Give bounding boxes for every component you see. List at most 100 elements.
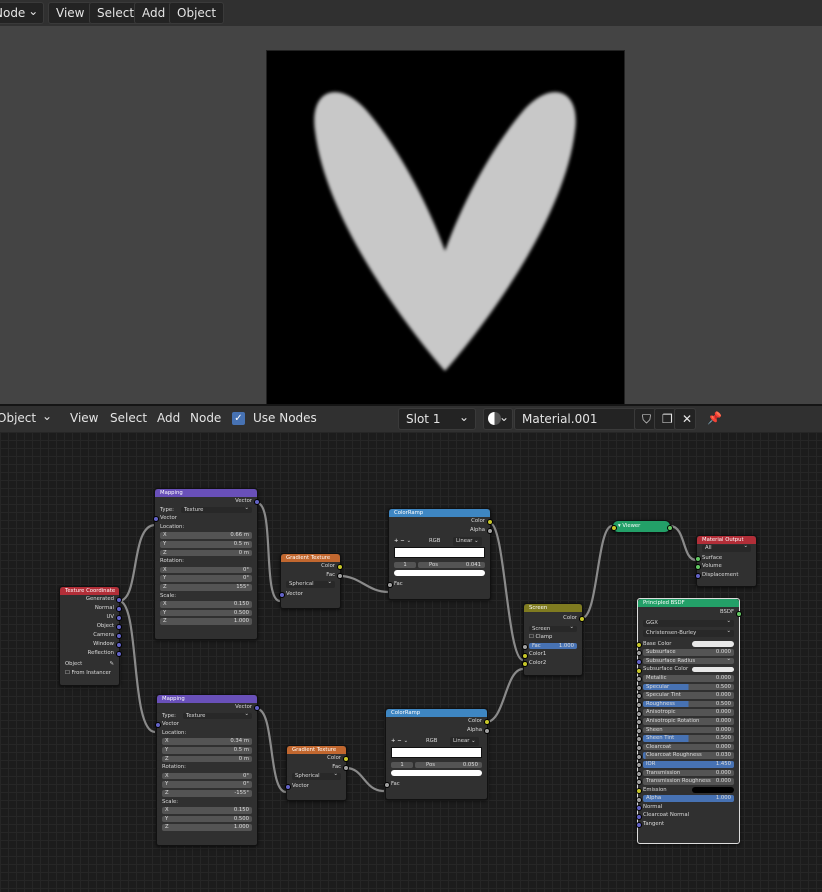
color-swatch[interactable] xyxy=(692,666,734,673)
stop-pos-field[interactable]: Pos 0.041 xyxy=(418,561,485,569)
bsdf-param-field[interactable]: Anisotropic 0.000 xyxy=(635,708,739,717)
stop-pos-field[interactable]: Pos 0.050 xyxy=(415,761,482,769)
from-instancer-checkbox[interactable]: ☐ From Instancer xyxy=(60,669,119,678)
param-slider[interactable]: Clearcoat 0.000 xyxy=(643,743,734,751)
bsdf-param-field[interactable]: Transmission 0.000 xyxy=(635,769,739,778)
socket[interactable] xyxy=(635,676,642,683)
socket[interactable] xyxy=(735,610,742,617)
type-row[interactable]: Type: Texture xyxy=(157,711,257,721)
socket[interactable] xyxy=(635,813,642,820)
bsdf-param-field[interactable]: Specular Tint 0.000 xyxy=(635,691,739,700)
location-y-field[interactable]: Y 0.5 m xyxy=(155,540,257,549)
principled-bsdf-node[interactable]: Principled BSDF BSDF GGX Christensen-Bur… xyxy=(635,598,742,844)
socket[interactable] xyxy=(115,606,122,613)
socket[interactable] xyxy=(635,745,642,752)
base-color-input[interactable]: Base Color xyxy=(635,640,739,649)
param-slider[interactable]: Anisotropic 0.000 xyxy=(643,709,734,716)
socket[interactable] xyxy=(115,651,122,658)
rotation-z-field[interactable]: Z -155° xyxy=(157,789,257,798)
socket[interactable] xyxy=(635,710,642,717)
socket[interactable] xyxy=(253,499,260,506)
socket[interactable] xyxy=(635,753,642,760)
subsurface-method-dropdown[interactable]: Christensen-Burley xyxy=(638,628,739,638)
stop-index-field[interactable]: 1 xyxy=(394,561,416,569)
color-swatch[interactable] xyxy=(692,787,734,793)
socket[interactable] xyxy=(386,582,393,589)
object-type-dropdown[interactable]: Object ⌄ xyxy=(0,408,58,428)
material-browse-button[interactable]: ⌄ xyxy=(483,408,513,430)
type-row[interactable]: Type: Texture xyxy=(155,505,257,515)
location-y-field[interactable]: Y 0.5 m xyxy=(157,746,257,755)
interpolation-dropdown[interactable]: Linear ⌄ xyxy=(450,737,479,746)
socket[interactable] xyxy=(152,516,159,523)
scale-z-field[interactable]: Z 1.000 xyxy=(157,823,257,832)
bsdf-param-field[interactable]: Clearcoat Roughness 0.030 xyxy=(635,751,739,760)
socket[interactable] xyxy=(253,705,260,712)
stop-color-swatch[interactable] xyxy=(386,769,487,778)
colorramp-node-2[interactable]: ColorRamp Color Alpha + − ⌄ RGB Linear ⌄… xyxy=(383,708,490,800)
menu-add[interactable]: Add xyxy=(134,2,174,24)
socket[interactable] xyxy=(694,555,701,562)
rotation-y-field[interactable]: Y 0° xyxy=(157,780,257,789)
socket[interactable] xyxy=(483,727,490,734)
stop-row[interactable]: 1 Pos 0.041 xyxy=(389,561,490,570)
viewer-input-socket[interactable] xyxy=(610,524,617,531)
socket[interactable] xyxy=(578,616,585,623)
socket[interactable] xyxy=(635,822,642,829)
socket[interactable] xyxy=(635,719,642,726)
socket[interactable] xyxy=(635,650,642,657)
param-slider[interactable]: IOR 1.450 xyxy=(643,760,734,768)
stop-color-swatch[interactable] xyxy=(389,569,490,578)
object-picker-row[interactable]: Object ✎ xyxy=(60,660,119,669)
scale-z-field[interactable]: Z 1.000 xyxy=(155,617,257,626)
param-slider[interactable]: Clearcoat Roughness 0.030 xyxy=(643,752,734,759)
param-slider[interactable]: Transmission 0.000 xyxy=(643,769,734,777)
pin-icon[interactable]: 📌 xyxy=(700,408,729,428)
socket[interactable] xyxy=(521,652,528,659)
material-output-node[interactable]: Material Output All Surface Volume Displ… xyxy=(694,535,757,587)
socket[interactable] xyxy=(635,787,642,794)
distribution-dropdown[interactable]: GGX xyxy=(638,618,739,629)
bsdf-param-field[interactable]: Sheen 0.000 xyxy=(635,726,739,735)
socket[interactable] xyxy=(278,592,285,599)
clamp-checkbox[interactable]: ☐ Clamp xyxy=(524,633,582,642)
socket[interactable] xyxy=(342,764,349,771)
socket[interactable] xyxy=(486,527,493,534)
socket[interactable] xyxy=(635,693,642,700)
rotation-x-field[interactable]: X 0° xyxy=(157,772,257,781)
mapping-node-1[interactable]: Mapping Vector Type: Texture Vector Locat… xyxy=(152,488,260,640)
socket[interactable] xyxy=(115,642,122,649)
socket[interactable] xyxy=(694,573,701,580)
scale-x-field[interactable]: X 0.150 xyxy=(155,600,257,609)
colorramp-node-1[interactable]: ColorRamp Color Alpha + − ⌄ RGB Linear ⌄… xyxy=(386,508,493,600)
socket[interactable] xyxy=(115,615,122,622)
rotation-z-field[interactable]: Z 155° xyxy=(155,583,257,592)
socket[interactable] xyxy=(635,770,642,777)
socket[interactable] xyxy=(635,736,642,743)
node-menu-select[interactable]: Select xyxy=(103,408,154,428)
color-swatch[interactable] xyxy=(692,641,734,647)
socket[interactable] xyxy=(635,727,642,734)
socket[interactable] xyxy=(635,805,642,812)
param-slider[interactable]: Sheen Tint 0.500 xyxy=(643,735,734,742)
socket[interactable] xyxy=(635,762,642,769)
blend-type-dropdown[interactable]: Screen xyxy=(524,624,582,634)
texture-coordinate-node[interactable]: Texture Coordinate Generated Normal UV O… xyxy=(59,586,122,686)
node-menu-view[interactable]: View xyxy=(63,408,105,428)
gradient-type-dropdown[interactable]: Spherical xyxy=(287,771,346,782)
socket[interactable] xyxy=(336,572,343,579)
type-dropdown[interactable]: Texture xyxy=(181,505,252,514)
socket[interactable] xyxy=(635,641,642,648)
subsurface-radius-dropdown[interactable]: Subsurface Radius xyxy=(635,656,739,666)
socket[interactable] xyxy=(635,796,642,803)
bsdf-param-field[interactable]: Metallic 0.000 xyxy=(635,674,739,683)
material-name-field[interactable]: Material.001 xyxy=(514,408,636,430)
unlink-material-icon[interactable]: ✕ xyxy=(674,408,696,430)
socket[interactable] xyxy=(486,519,493,526)
slot-dropdown[interactable]: Slot 1 ⌄ xyxy=(398,408,476,430)
location-z-field[interactable]: Z 0 m xyxy=(155,549,257,558)
chevron-down-icon[interactable]: ⌄ xyxy=(404,738,408,744)
gradient-type-dropdown[interactable]: Spherical xyxy=(281,579,340,590)
param-slider[interactable]: Anisotropic Rotation 0.000 xyxy=(643,717,734,725)
duplicate-material-icon[interactable]: ❐ xyxy=(654,408,676,430)
